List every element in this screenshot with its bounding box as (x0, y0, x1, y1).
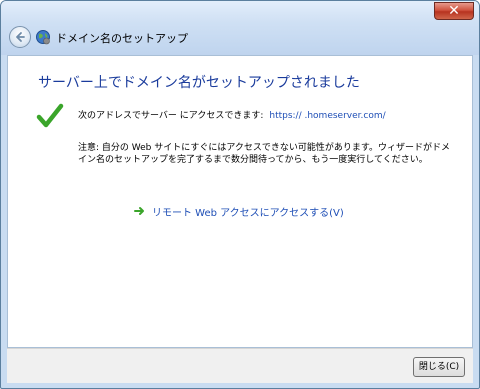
page-heading: サーバー上でドメイン名がセットアップされました (38, 75, 360, 91)
window-title: ドメイン名のセットアップ (56, 32, 188, 45)
address-url[interactable]: https:// .homeserver.com/ (269, 111, 385, 121)
address-label: 次のアドレスでサーバー にアクセスできます: (78, 111, 264, 121)
content-panel: サーバー上でドメイン名がセットアップされました 次のアドレスでサーバー にアクセ… (7, 55, 473, 348)
back-arrow-icon (16, 32, 25, 42)
address-line: 次のアドレスでサーバー にアクセスできます: https:// .homeserv… (78, 108, 386, 121)
close-button[interactable]: 閉じる(C) (413, 357, 465, 377)
green-arrow-icon (134, 207, 144, 215)
checkmark-icon (36, 103, 64, 128)
footer-bar: 閉じる(C) (7, 348, 473, 383)
note-text: 注意: 自分の Web サイトにすぐにはアクセスできない可能性があります。ウィザ… (78, 143, 450, 165)
title-bar: ✕ ドメイン名のセットアップ (1, 1, 479, 55)
remote-web-access-link[interactable]: リモート Web アクセスにアクセスする(V) (152, 204, 344, 219)
window-close-button[interactable]: ✕ (434, 2, 474, 20)
globe-icon (36, 30, 50, 45)
back-button[interactable] (9, 26, 31, 48)
wizard-window: ✕ ドメイン名のセットアップ サーバー上でドメイン名がセットアップされました 次… (0, 0, 480, 389)
